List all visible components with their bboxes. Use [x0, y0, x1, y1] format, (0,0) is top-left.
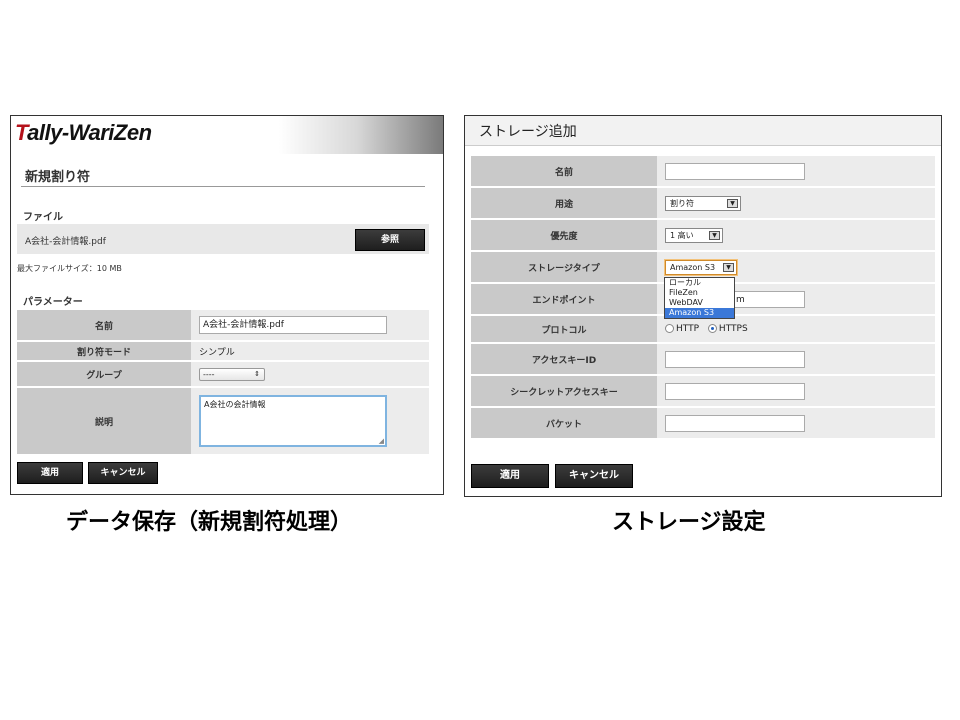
apply-button[interactable]: 適用	[17, 462, 83, 484]
right-caption: ストレージ設定	[612, 510, 766, 535]
dropdown-option-local[interactable]: ローカル	[665, 278, 734, 288]
apply-button[interactable]: 適用	[471, 464, 549, 488]
cancel-button[interactable]: キャンセル	[88, 462, 158, 484]
name-label: 名前	[471, 156, 657, 186]
dropdown-option-amazon-s3[interactable]: Amazon S3	[665, 308, 734, 318]
resize-grip-icon[interactable]: ◢	[379, 437, 384, 445]
access-key-label: アクセスキーID	[471, 344, 657, 374]
group-label: グループ	[17, 362, 191, 386]
chevron-down-icon: ▼	[709, 230, 720, 240]
header-banner: Tally-WariZen	[11, 116, 443, 154]
table-row: 優先度 1 高い ▼	[471, 220, 935, 250]
priority-select[interactable]: 1 高い ▼	[665, 227, 723, 243]
group-select[interactable]: ---- ⇕	[199, 367, 265, 381]
protocol-label: プロトコル	[471, 316, 657, 342]
mode-label: 割り符モード	[17, 342, 191, 360]
page-title: ストレージ追加	[479, 124, 577, 140]
max-file-size-note: 最大ファイルサイズ：10 MB	[17, 264, 122, 273]
selected-file-name: A会社-会計情報.pdf	[25, 237, 106, 247]
add-storage-panel: ストレージ追加 名前 用途 割り符 ▼ 優先度 1 高い ▼ ストレージタイプ Am…	[464, 115, 942, 497]
protocol-http-radio[interactable]	[665, 324, 674, 334]
storage-type-dropdown: ローカル FileZen WebDAV Amazon S3	[664, 277, 735, 319]
page-title: 新規割り符	[25, 170, 91, 185]
table-row: シークレットアクセスキー	[471, 376, 935, 406]
access-key-input[interactable]	[665, 350, 805, 368]
secret-key-label: シークレットアクセスキー	[471, 376, 657, 406]
table-row: プロトコル HTTP HTTPS	[471, 316, 935, 342]
protocol-http-label: HTTP	[676, 323, 700, 334]
table-row: 名前 A会社-会計情報.pdf	[17, 310, 429, 340]
protocol-https-label: HTTPS	[718, 323, 748, 334]
storage-type-select[interactable]: Amazon S3 ▼	[665, 259, 737, 275]
name-input[interactable]	[665, 162, 805, 180]
parameter-table: 名前 A会社-会計情報.pdf 割り符モード シンプル グループ ---- ⇕ 説…	[17, 308, 429, 456]
access-key-cell	[657, 344, 935, 374]
usage-select[interactable]: 割り符 ▼	[665, 195, 741, 211]
group-cell: ---- ⇕	[191, 362, 429, 386]
app-logo: Tally-WariZen	[15, 120, 152, 145]
title-divider	[21, 186, 425, 187]
description-textarea[interactable]: A会社の会計情報 ◢	[199, 395, 387, 447]
chevron-down-icon: ▼	[727, 198, 738, 208]
priority-label: 優先度	[471, 220, 657, 250]
table-row: グループ ---- ⇕	[17, 362, 429, 386]
chevron-down-icon: ▼	[723, 262, 734, 272]
secret-key-input[interactable]	[665, 382, 805, 400]
panel-header: ストレージ追加	[465, 116, 941, 146]
table-row: アクセスキーID	[471, 344, 935, 374]
secret-key-cell	[657, 376, 935, 406]
mode-value: シンプル	[191, 342, 429, 360]
cancel-button[interactable]: キャンセル	[555, 464, 633, 488]
name-input[interactable]: A会社-会計情報.pdf	[199, 316, 387, 334]
chevron-updown-icon: ⇕	[254, 369, 260, 378]
usage-cell: 割り符 ▼	[657, 188, 935, 218]
description-cell: A会社の会計情報 ◢	[191, 388, 429, 454]
protocol-https-radio[interactable]	[707, 324, 717, 334]
new-tally-panel: Tally-WariZen 新規割り符 ファイル A会社-会計情報.pdf 参照…	[10, 115, 444, 495]
table-row: 割り符モード シンプル	[17, 342, 429, 360]
priority-cell: 1 高い ▼	[657, 220, 935, 250]
browse-button[interactable]: 参照	[355, 229, 425, 251]
bucket-cell	[657, 408, 935, 438]
endpoint-label: エンドポイント	[471, 284, 657, 314]
name-label: 名前	[17, 310, 191, 340]
left-caption: データ保存（新規割符処理）	[66, 510, 353, 535]
table-row: 名前	[471, 156, 935, 186]
file-section-heading: ファイル	[23, 212, 63, 223]
dropdown-option-webdav[interactable]: WebDAV	[665, 298, 734, 308]
table-row: 説明 A会社の会計情報 ◢	[17, 388, 429, 454]
parameter-section-heading: パラメーター	[23, 297, 83, 308]
bucket-label: バケット	[471, 408, 657, 438]
table-row: バケット	[471, 408, 935, 438]
name-cell: A会社-会計情報.pdf	[191, 310, 429, 340]
usage-label: 用途	[471, 188, 657, 218]
dropdown-option-filezen[interactable]: FileZen	[665, 288, 734, 298]
name-cell	[657, 156, 935, 186]
bucket-input[interactable]	[665, 414, 805, 432]
description-label: 説明	[17, 388, 191, 454]
protocol-cell: HTTP HTTPS	[657, 316, 935, 342]
table-row: 用途 割り符 ▼	[471, 188, 935, 218]
storage-type-label: ストレージタイプ	[471, 252, 657, 282]
